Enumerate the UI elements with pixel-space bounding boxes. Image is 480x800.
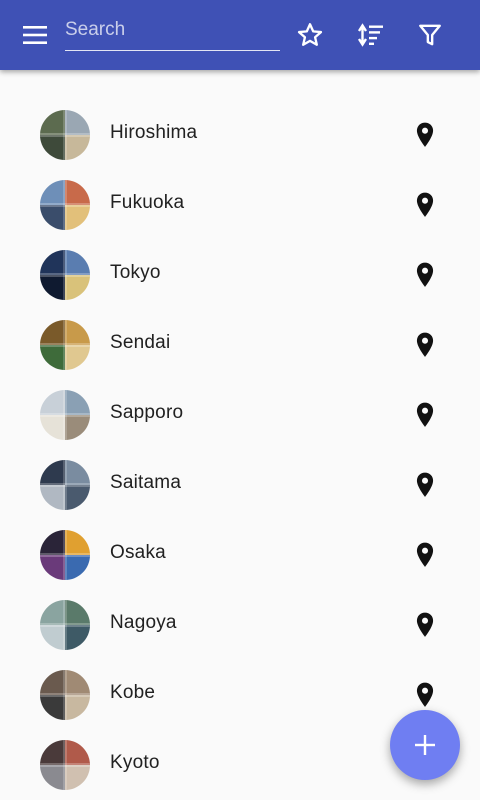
city-list-item[interactable]: Tokyo (0, 240, 480, 310)
city-photo-avatar (40, 320, 90, 370)
city-name: Sapporo (110, 402, 184, 423)
city-photo-avatar (40, 670, 90, 720)
city-list-item[interactable]: Nagoya (0, 590, 480, 660)
city-name: Fukuoka (110, 192, 185, 213)
city-photo-avatar (40, 180, 90, 230)
map-pin-button[interactable] (412, 611, 438, 639)
favorites-button[interactable] (290, 15, 330, 55)
city-list-item[interactable]: Fukuoka (0, 170, 480, 240)
app-bar (0, 0, 480, 70)
star-icon (297, 23, 323, 46)
city-photo-avatar (40, 530, 90, 580)
filter-icon (419, 24, 441, 46)
city-photo-avatar (40, 110, 90, 160)
add-icon (415, 735, 435, 755)
city-name: Kobe (110, 682, 156, 703)
city-list: Hiroshima Fukuoka Tokyo Sendai Sapporo Saitam… (0, 100, 480, 800)
city-list-item[interactable]: Sendai (0, 310, 480, 380)
city-photo-avatar (40, 250, 90, 300)
map-pin-button[interactable] (412, 261, 438, 289)
map-pin-icon (416, 122, 434, 147)
city-name: Sendai (110, 332, 171, 353)
map-pin-button[interactable] (412, 471, 438, 499)
city-list-item[interactable]: Sapporo (0, 380, 480, 450)
search-input[interactable] (65, 14, 280, 46)
city-name: Kyoto (110, 752, 160, 773)
city-name: Osaka (110, 542, 166, 563)
city-list-item[interactable]: Hiroshima (0, 100, 480, 170)
city-name: Nagoya (110, 612, 177, 633)
map-pin-icon (416, 472, 434, 497)
menu-icon (23, 26, 47, 44)
map-pin-icon (416, 332, 434, 357)
filter-button[interactable] (410, 15, 450, 55)
city-list-item[interactable]: Osaka (0, 520, 480, 590)
map-pin-icon (416, 542, 434, 567)
menu-button[interactable] (15, 15, 55, 55)
map-pin-icon (416, 682, 434, 707)
map-pin-button[interactable] (412, 191, 438, 219)
city-name: Hiroshima (110, 122, 198, 143)
map-pin-icon (416, 612, 434, 637)
map-pin-icon (416, 262, 434, 287)
map-pin-icon (416, 402, 434, 427)
sort-icon (357, 23, 383, 47)
add-city-button[interactable] (390, 710, 460, 780)
sort-button[interactable] (350, 15, 390, 55)
map-pin-icon (416, 192, 434, 217)
city-photo-avatar (40, 740, 90, 790)
search-field (65, 14, 280, 51)
city-list-item[interactable]: Saitama (0, 450, 480, 520)
map-pin-button[interactable] (412, 331, 438, 359)
map-pin-button[interactable] (412, 681, 438, 709)
city-photo-avatar (40, 460, 90, 510)
map-pin-button[interactable] (412, 121, 438, 149)
map-pin-button[interactable] (412, 401, 438, 429)
city-photo-avatar (40, 600, 90, 650)
map-pin-button[interactable] (412, 541, 438, 569)
city-name: Saitama (110, 472, 182, 493)
city-photo-avatar (40, 390, 90, 440)
city-name: Tokyo (110, 262, 161, 283)
